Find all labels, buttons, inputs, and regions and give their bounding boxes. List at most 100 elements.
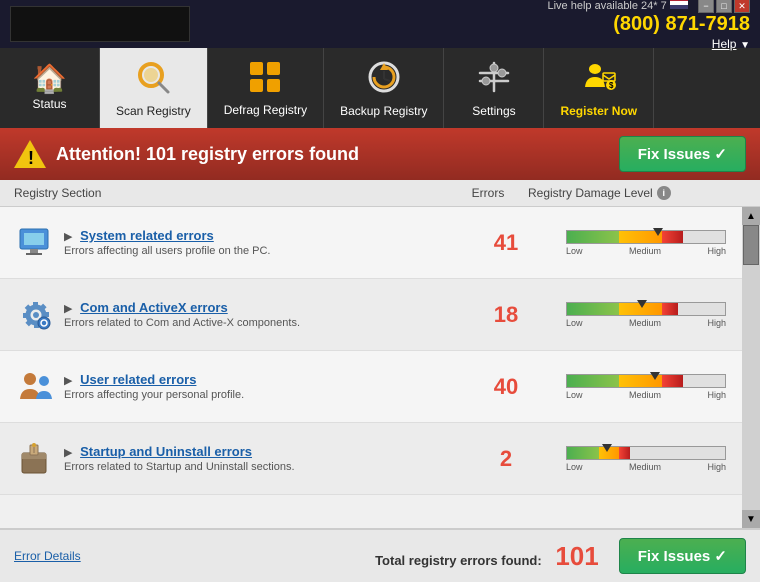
scroll-thumb[interactable] [743, 225, 759, 265]
row-title-text[interactable]: User related errors [80, 372, 196, 387]
svg-text:$: $ [609, 81, 614, 90]
nav-status-label: Status [32, 97, 66, 111]
damage-low-label: Low [566, 462, 583, 472]
row-info-com-activex-errors: ▶ Com and ActiveX errors Errors related … [58, 300, 466, 329]
row-info-user-errors: ▶ User related errors Errors affecting y… [58, 372, 466, 401]
expand-icon[interactable]: ▶ [64, 231, 72, 243]
minimize-button[interactable]: − [698, 0, 714, 13]
col-section-header: Registry Section [14, 186, 448, 200]
row-desc-com-activex-errors: Errors related to Com and Active-X compo… [64, 317, 466, 329]
nav-scan-registry[interactable]: Scan Registry [100, 48, 208, 128]
damage-low-label: Low [566, 246, 583, 256]
damage-marker [650, 372, 660, 380]
settings-icon [476, 59, 512, 100]
table-row: ▶ Com and ActiveX errors Errors related … [0, 279, 760, 351]
scrollbar[interactable]: ▲ ▼ [742, 207, 760, 528]
row-errors-system-errors: 41 [466, 230, 546, 256]
nav-register-now[interactable]: $ Register Now [544, 48, 654, 128]
row-errors-user-errors: 40 [466, 374, 546, 400]
nav-defrag-registry[interactable]: Defrag Registry [208, 48, 324, 128]
row-icon-user-errors [14, 367, 58, 407]
damage-high-label: High [707, 318, 726, 328]
live-help-text: Live help available 24* 7 [547, 0, 666, 12]
scan-icon [135, 59, 171, 100]
phone-number: (800) 871-7918 [547, 13, 750, 36]
expand-icon[interactable]: ▶ [64, 375, 72, 387]
damage-medium-label: Medium [629, 318, 661, 328]
damage-seg-empty [630, 447, 725, 459]
damage-seg-green [567, 375, 619, 387]
warning-triangle-icon: ! [14, 138, 46, 170]
damage-high-label: High [707, 246, 726, 256]
table-row: ▶ System related errors Errors affecting… [0, 207, 760, 279]
fix-issues-bottom-button[interactable]: Fix Issues ✓ [619, 538, 746, 574]
damage-high-label: High [707, 390, 726, 400]
attention-message: ! Attention! 101 registry errors found [14, 138, 359, 170]
damage-bar-wrap: Low Medium High [566, 230, 726, 256]
defrag-icon [247, 59, 283, 99]
col-errors-header: Errors [448, 186, 528, 200]
nav-status[interactable]: Status [0, 48, 100, 128]
row-desc-user-errors: Errors affecting your personal profile. [64, 389, 466, 401]
top-bar-right: Live help available 24* 7 − □ ✕ (800) 87… [547, 0, 750, 51]
damage-bar [566, 302, 726, 316]
damage-high-label: High [707, 462, 726, 472]
damage-marker [602, 444, 612, 452]
damage-labels: Low Medium High [566, 462, 726, 472]
row-title-text[interactable]: Startup and Uninstall errors [80, 444, 252, 459]
row-info-startup-uninstall-errors: ▶ Startup and Uninstall errors Errors re… [58, 444, 466, 473]
close-button[interactable]: ✕ [734, 0, 750, 13]
row-title-system-errors[interactable]: ▶ System related errors [64, 228, 466, 243]
expand-icon[interactable]: ▶ [64, 303, 72, 315]
nav-backup-registry[interactable]: Backup Registry [324, 48, 444, 128]
damage-medium-label: Medium [629, 462, 661, 472]
attention-text: Attention! 101 registry errors found [56, 144, 359, 165]
row-title-user-errors[interactable]: ▶ User related errors [64, 372, 466, 387]
nav-scan-label: Scan Registry [116, 104, 191, 118]
row-title-text[interactable]: Com and ActiveX errors [80, 300, 228, 315]
maximize-button[interactable]: □ [716, 0, 732, 13]
damage-seg-red [662, 375, 683, 387]
damage-seg-empty [678, 303, 725, 315]
damage-seg-red [619, 447, 630, 459]
footer-total: Total registry errors found: 101 [91, 541, 609, 572]
nav-register-label: Register Now [560, 104, 637, 118]
damage-bar [566, 374, 726, 388]
fix-issues-top-button[interactable]: Fix Issues ✓ [619, 136, 746, 172]
table-row: ▶ Startup and Uninstall errors Errors re… [0, 423, 760, 495]
table-header: Registry Section Errors Registry Damage … [0, 180, 760, 207]
info-icon[interactable]: i [657, 186, 671, 200]
damage-seg-red [662, 231, 683, 243]
damage-seg-green [567, 447, 599, 459]
footer: Error Details Total registry errors foun… [0, 528, 760, 582]
table-row: ▶ User related errors Errors affecting y… [0, 351, 760, 423]
help-link[interactable]: Help [712, 37, 737, 51]
scroll-up-button[interactable]: ▲ [742, 207, 760, 225]
row-title-startup-uninstall-errors[interactable]: ▶ Startup and Uninstall errors [64, 444, 466, 459]
scroll-down-button[interactable]: ▼ [742, 510, 760, 528]
row-errors-startup-uninstall-errors: 2 [466, 446, 546, 472]
damage-low-label: Low [566, 318, 583, 328]
damage-seg-red [662, 303, 678, 315]
nav-settings[interactable]: Settings [444, 48, 544, 128]
help-dropdown-icon[interactable]: ▼ [740, 40, 750, 51]
damage-labels: Low Medium High [566, 246, 726, 256]
flag-icon [670, 0, 688, 9]
nav-defrag-label: Defrag Registry [224, 103, 307, 117]
table-rows: ▶ System related errors Errors affecting… [0, 207, 760, 528]
window-controls: − □ ✕ [698, 0, 750, 13]
row-title-com-activex-errors[interactable]: ▶ Com and ActiveX errors [64, 300, 466, 315]
expand-icon[interactable]: ▶ [64, 447, 72, 459]
svg-text:!: ! [28, 148, 34, 168]
damage-seg-green [567, 231, 619, 243]
row-icon-startup-uninstall-errors [14, 439, 58, 479]
row-title-text[interactable]: System related errors [80, 228, 214, 243]
error-details-link[interactable]: Error Details [14, 549, 81, 563]
damage-bar-wrap: Low Medium High [566, 374, 726, 400]
damage-labels: Low Medium High [566, 318, 726, 328]
damage-low-label: Low [566, 390, 583, 400]
row-damage-startup-uninstall-errors: Low Medium High [546, 446, 746, 472]
row-damage-com-activex-errors: Low Medium High [546, 302, 746, 328]
register-icon: $ [581, 59, 617, 100]
row-damage-user-errors: Low Medium High [546, 374, 746, 400]
